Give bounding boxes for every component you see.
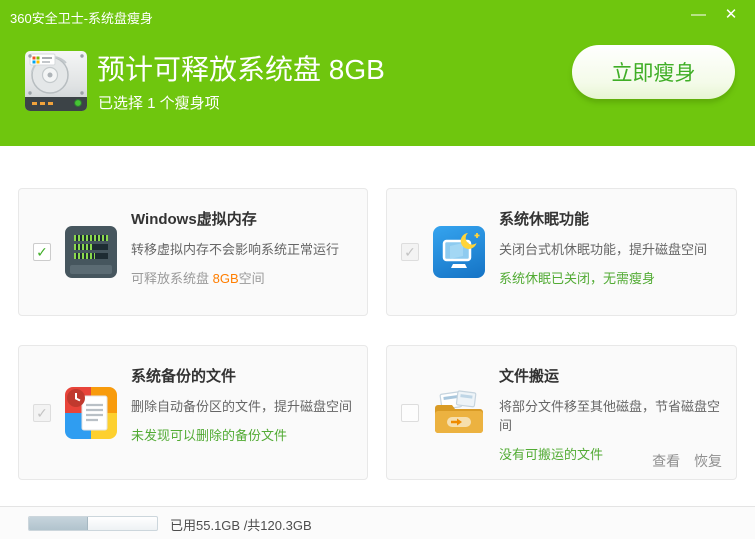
card-windows-virtual-memory: ✓ Windows虚拟内存 转移虚拟内存不会影响系统正常运行 可释放系统盘 8G… (18, 188, 368, 316)
card-title: 文件搬运 (499, 368, 560, 385)
check-icon: ✓ (36, 404, 48, 421)
card-system-hibernate: ✓ 系统休眠功能 关闭台式机休眠功能，提升磁盘空间 系统休眠已关闭，无需瘦身 (386, 188, 737, 316)
card-grid: ✓ Windows虚拟内存 转移虚拟内存不会影响系统正常运行 可释放系统盘 8G… (0, 146, 755, 506)
releasable-size: 8GB (212, 271, 239, 286)
card-title: 系统备份的文件 (131, 368, 237, 385)
disk-usage-progressbar (28, 516, 158, 531)
header: 预计可释放系统盘 8GB 已选择 1 个瘦身项 立即瘦身 (0, 30, 755, 146)
backup-files-checkbox: ✓ (33, 403, 51, 422)
check-icon: ✓ (404, 244, 416, 260)
view-link[interactable]: 查看 (652, 453, 680, 469)
footer-statusbar: 已用55.1GB /共120.3GB (0, 506, 755, 539)
page-title: 预计可释放系统盘 8GB (97, 54, 385, 85)
card-description: 将部分文件移至其他磁盘，节省磁盘空间 (499, 399, 721, 433)
folder-move-icon (433, 387, 485, 439)
card-status: 未发现可以删除的备份文件 (131, 428, 288, 443)
disk-usage-label: 已用55.1GB /共120.3GB (170, 518, 312, 533)
card-file-move: 文件搬运 将部分文件移至其他磁盘，节省磁盘空间 没有可搬运的文件 查看 恢复 (386, 345, 737, 480)
card-description: 转移虚拟内存不会影响系统正常运行 (131, 242, 340, 257)
close-button[interactable]: ✕ (717, 4, 745, 26)
window-title: 360安全卫士-系统盘瘦身 (10, 11, 154, 26)
hibernate-checkbox: ✓ (401, 243, 419, 261)
card-system-backup-files: ✓ 系统备份的文件 删除自动备份区的文件，提升磁盘空间 未发现可以删除的备份文件 (18, 345, 368, 480)
file-move-checkbox[interactable] (401, 403, 419, 422)
hard-disk-icon (18, 46, 94, 122)
titlebar: 360安全卫士-系统盘瘦身 — ✕ (0, 0, 755, 30)
card-description: 删除自动备份区的文件，提升磁盘空间 (131, 399, 353, 414)
backup-icon (65, 386, 117, 439)
card-title: Windows虚拟内存 (131, 211, 257, 228)
check-icon: ✓ (36, 244, 48, 260)
card-status: 可释放系统盘 8GB空间 (131, 271, 265, 286)
app-window: 360安全卫士-系统盘瘦身 — ✕ 预计可释放系统盘 8GB 已选择 1 个瘦身… (0, 0, 755, 539)
virtual-memory-checkbox[interactable]: ✓ (33, 243, 51, 261)
selected-count-label: 已选择 1 个瘦身项 (98, 95, 220, 112)
window-controls: — ✕ (685, 4, 745, 26)
disk-usage-progress-fill (29, 517, 88, 530)
slim-now-button[interactable]: 立即瘦身 (572, 45, 735, 99)
card-description: 关闭台式机休眠功能，提升磁盘空间 (499, 242, 708, 257)
restore-link[interactable]: 恢复 (694, 453, 722, 469)
card-actions: 查看 恢复 (642, 451, 722, 471)
hibernate-icon (433, 226, 485, 278)
minimize-button[interactable]: — (685, 4, 713, 26)
ram-icon (65, 226, 117, 278)
card-title: 系统休眠功能 (499, 211, 590, 228)
card-status: 系统休眠已关闭，无需瘦身 (499, 271, 656, 286)
